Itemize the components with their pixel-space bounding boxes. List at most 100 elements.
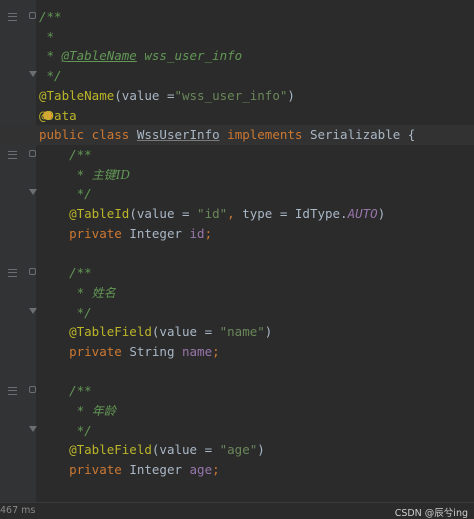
- code-line[interactable]: @TableName(value ="wss_user_info"): [0, 86, 474, 106]
- code-token: ): [287, 87, 295, 103]
- code-text: * 主键ID: [39, 165, 130, 186]
- code-token: name: [182, 343, 213, 359]
- code-token: public class: [39, 127, 137, 143]
- code-text: @Data: [39, 106, 77, 126]
- code-line[interactable]: /**: [0, 145, 474, 165]
- breakpoint-gutter-icon[interactable]: [8, 13, 17, 21]
- fold-end-icon[interactable]: [29, 307, 37, 314]
- code-line[interactable]: @TableId(value = "id", type = IdType.AUT…: [0, 204, 474, 224]
- code-line[interactable]: private String name;: [0, 342, 474, 362]
- code-token: String: [129, 343, 182, 359]
- code-token: */: [39, 304, 92, 320]
- code-token: "wss_user_info": [174, 87, 288, 103]
- code-token: WssUserInfo: [136, 127, 220, 143]
- code-line[interactable]: @TableField(value = "name"): [0, 322, 474, 342]
- code-token: *: [39, 48, 62, 64]
- code-token: ;: [212, 343, 220, 359]
- code-text: *: [39, 27, 55, 47]
- code-text: * @TableName wss_user_info: [39, 46, 243, 66]
- code-token: */: [39, 186, 92, 202]
- code-text: public class WssUserInfo implements Seri…: [39, 125, 415, 145]
- code-token: @TableField: [39, 324, 152, 340]
- code-line[interactable]: * 主键ID: [0, 165, 474, 185]
- code-token: type = IdType.: [242, 206, 348, 221]
- code-line[interactable]: /**: [0, 381, 474, 401]
- code-token: wss_user_info: [136, 48, 243, 64]
- code-line[interactable]: * @TableName wss_user_info: [0, 46, 474, 66]
- code-text: /**: [39, 381, 92, 401]
- code-token: /**: [39, 265, 92, 281]
- code-token: ,: [227, 206, 243, 221]
- code-line[interactable]: * 姓名: [0, 283, 474, 303]
- code-token: /**: [39, 9, 62, 24]
- code-token: Integer: [129, 225, 190, 241]
- code-token: implements: [219, 127, 310, 143]
- code-token: "name": [219, 324, 265, 340]
- code-token: ): [264, 324, 273, 340]
- code-text: @TableField(value = "age"): [39, 440, 265, 460]
- code-line[interactable]: */: [0, 421, 474, 441]
- code-token: /**: [39, 146, 92, 162]
- code-text: @TableId(value = "id", type = IdType.AUT…: [39, 204, 385, 224]
- code-token: *: [39, 166, 92, 182]
- code-text: private String name;: [39, 342, 220, 362]
- status-timing: 467 ms: [0, 505, 36, 516]
- fold-end-icon[interactable]: [29, 189, 37, 196]
- code-editor[interactable]: /** * * @TableName wss_user_info */ @Tabl…: [0, 0, 474, 502]
- code-line[interactable]: @Data: [0, 106, 474, 126]
- code-token: @TableName: [39, 87, 115, 103]
- code-token: Serializable {: [309, 127, 416, 143]
- code-text: */: [39, 66, 62, 86]
- breakpoint-gutter-icon[interactable]: [8, 387, 17, 396]
- code-line[interactable]: /**: [0, 263, 474, 283]
- code-line[interactable]: * 年龄: [0, 401, 474, 421]
- code-line[interactable]: [0, 243, 474, 263]
- code-line[interactable]: public class WssUserInfo implements Seri…: [0, 125, 474, 145]
- code-line[interactable]: */: [0, 303, 474, 323]
- fold-region-icon[interactable]: [29, 386, 36, 394]
- code-token: private: [39, 343, 130, 359]
- code-line[interactable]: @TableField(value = "age"): [0, 440, 474, 460]
- fold-end-icon[interactable]: [29, 71, 37, 78]
- code-token: ;: [204, 225, 213, 241]
- fold-end-icon[interactable]: [29, 425, 37, 432]
- code-line[interactable]: *: [0, 27, 474, 47]
- code-text: /**: [39, 263, 92, 283]
- breakpoint-gutter-icon[interactable]: [8, 269, 17, 278]
- code-token: AUTO: [347, 206, 378, 221]
- code-text: */: [39, 184, 92, 204]
- code-token: */: [39, 422, 92, 438]
- code-token: 主键ID: [91, 167, 131, 182]
- code-token: */: [39, 68, 62, 84]
- code-token: private: [39, 225, 130, 241]
- code-token: ): [257, 442, 265, 458]
- code-token: age: [189, 462, 213, 478]
- code-token: @TableName: [61, 48, 137, 64]
- code-token: 姓名: [91, 285, 116, 300]
- code-token: *: [39, 284, 92, 300]
- code-token: (value =: [151, 442, 220, 458]
- code-text: /**: [39, 7, 62, 27]
- code-line[interactable]: [0, 362, 474, 382]
- fold-region-icon[interactable]: [29, 12, 36, 19]
- code-token: 年龄: [91, 404, 116, 418]
- code-token: @TableField: [39, 442, 152, 458]
- code-line[interactable]: */: [0, 66, 474, 86]
- code-line[interactable]: private Integer id;: [0, 224, 474, 244]
- code-token: ;: [212, 462, 220, 478]
- code-line[interactable]: */: [0, 184, 474, 204]
- code-token: @TableId: [39, 206, 130, 221]
- code-text: @TableName(value ="wss_user_info"): [39, 86, 295, 106]
- code-line[interactable]: private Integer age;: [0, 460, 474, 480]
- code-line[interactable]: /**: [0, 7, 474, 27]
- code-text: private Integer id;: [39, 224, 212, 244]
- fold-region-icon[interactable]: [29, 268, 36, 276]
- code-text: */: [39, 303, 92, 323]
- code-token: /**: [39, 383, 92, 399]
- code-token: "age": [219, 442, 258, 458]
- fold-region-icon[interactable]: [29, 149, 36, 157]
- breakpoint-gutter-icon[interactable]: [8, 150, 17, 159]
- code-text: @TableField(value = "name"): [39, 322, 272, 342]
- code-text: /**: [39, 145, 92, 165]
- code-text: * 姓名: [39, 283, 116, 304]
